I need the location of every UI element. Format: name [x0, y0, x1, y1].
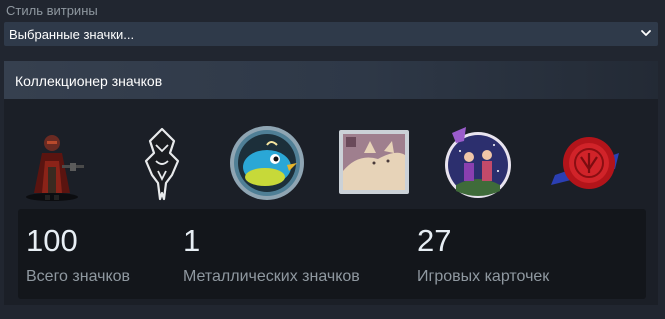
- stat-value: 100: [26, 223, 78, 258]
- stat-value: 1: [183, 223, 201, 258]
- stat-trading-cards: 27 Игровых карточек: [417, 224, 549, 286]
- panel-title: Коллекционер значков: [15, 73, 163, 89]
- blue-bird-badge-icon[interactable]: [227, 123, 307, 203]
- skyrim-dragon-badge-icon[interactable]: [122, 123, 202, 203]
- cat-card-badge-icon[interactable]: [334, 123, 414, 203]
- badge-stats-box: 100 Всего значков 1 Металлических значко…: [18, 209, 646, 299]
- badge-collector-panel: Коллекционер значков 100 Всего значков 1…: [4, 61, 658, 305]
- stat-total-badges: 100 Всего значков: [26, 224, 130, 286]
- stat-label: Металлических значков: [183, 268, 360, 285]
- star-lord-badge-icon[interactable]: [12, 123, 92, 203]
- showcase-style-select[interactable]: Выбранные значки...: [4, 22, 658, 46]
- showcase-style-select-value: Выбранные значки...: [9, 27, 135, 42]
- red-wax-seal-badge-icon[interactable]: [547, 123, 627, 203]
- stat-value: 27: [417, 223, 452, 258]
- chevron-down-icon: [641, 30, 651, 36]
- showcase-style-label: Стиль витрины: [6, 3, 98, 18]
- panel-header: Коллекционер значков: [4, 61, 658, 99]
- pixel-witch-badge-icon[interactable]: [436, 123, 516, 203]
- stat-foil-badges: 1 Металлических значков: [183, 224, 360, 286]
- stat-label: Всего значков: [26, 268, 131, 285]
- stat-label: Игровых карточек: [417, 268, 550, 285]
